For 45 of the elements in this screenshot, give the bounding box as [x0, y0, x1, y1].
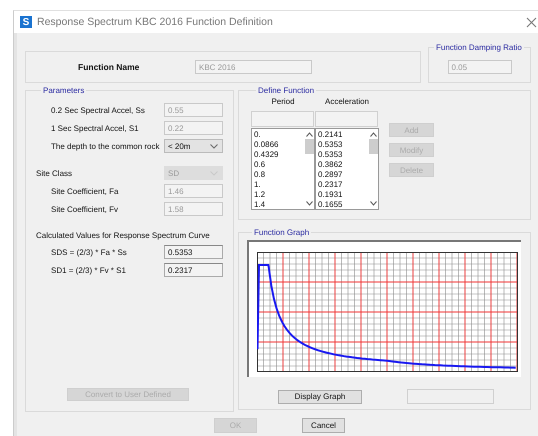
list-item[interactable]: 0.3862 — [318, 160, 368, 170]
parameter-label: 1 Sec Spectral Accel, S1 — [50, 124, 139, 132]
calculated-field[interactable]: 0.2317 — [164, 263, 223, 277]
list-item[interactable]: 1.4 — [254, 200, 304, 210]
calculated-values-heading: Calculated Values for Response Spectrum Curve — [36, 230, 211, 242]
value-list[interactable]: 0.2141 0.5353 0.5353 0.3862 0.2897 0.2317 0.1931 0.1655 — [315, 128, 379, 210]
list-item[interactable]: 0.8 — [254, 170, 304, 180]
list-item[interactable]: 0.2141 — [318, 130, 368, 140]
value-list[interactable]: 0. 0.0866 0.4329 0.6 0.8 1. 1.2 1.4 — [251, 128, 315, 210]
list-item[interactable]: 0.5353 — [318, 140, 368, 150]
calculated-field[interactable]: 0.5353 — [164, 245, 223, 259]
group-title: Define Function — [257, 86, 316, 95]
depth-dropdown[interactable]: < 20m — [164, 139, 223, 153]
formula-label: SDS = (2/3) * Fa * Ss — [50, 248, 127, 256]
site-class-label: Site Class — [36, 168, 72, 178]
list-item[interactable]: 0.5353 — [318, 150, 368, 160]
function-name-label: Function Name — [78, 62, 140, 72]
list-item[interactable]: 0.2897 — [318, 170, 368, 180]
group-title: Function Graph — [253, 228, 310, 237]
window-title: Response Spectrum KBC 2016 Function Definition — [37, 16, 273, 28]
formula-label: SD1 = (2/3) * Fv * S1 — [50, 266, 126, 274]
list-item[interactable]: 1.2 — [254, 190, 304, 200]
column-heading: Acceleration — [324, 97, 370, 108]
group-title: Parameters — [42, 86, 86, 95]
list-item[interactable]: 0. — [254, 130, 304, 140]
list-item[interactable]: 0.2317 — [318, 180, 368, 190]
parameter-label: Site Coefficient, Fv — [50, 204, 118, 214]
entry-field[interactable] — [251, 111, 314, 127]
list-item[interactable]: 0.6 — [254, 160, 304, 170]
caret-icon — [210, 144, 218, 148]
list-item[interactable]: 0.1655 — [318, 200, 368, 210]
parameter-label: 0.2 Sec Spectral Accel, Ss — [50, 106, 145, 114]
list-item[interactable]: 0.1931 — [318, 190, 368, 200]
parameter-label: Site Coefficient, Fa — [50, 186, 118, 196]
list-item[interactable]: 0.4329 — [254, 150, 304, 160]
app-icon: S — [20, 16, 32, 28]
column-heading: Period — [270, 97, 296, 108]
display-graph-button[interactable]: Display Graph — [278, 390, 362, 404]
group-title: Function Damping Ratio — [435, 43, 523, 52]
list-item[interactable]: 0.0866 — [254, 140, 304, 150]
close-icon[interactable] — [526, 16, 537, 28]
dialog-button[interactable]: Cancel — [302, 418, 345, 433]
entry-field[interactable] — [315, 111, 378, 127]
list-item[interactable]: 1. — [254, 180, 304, 190]
parameter-label: The depth to the common rock — [50, 142, 160, 150]
